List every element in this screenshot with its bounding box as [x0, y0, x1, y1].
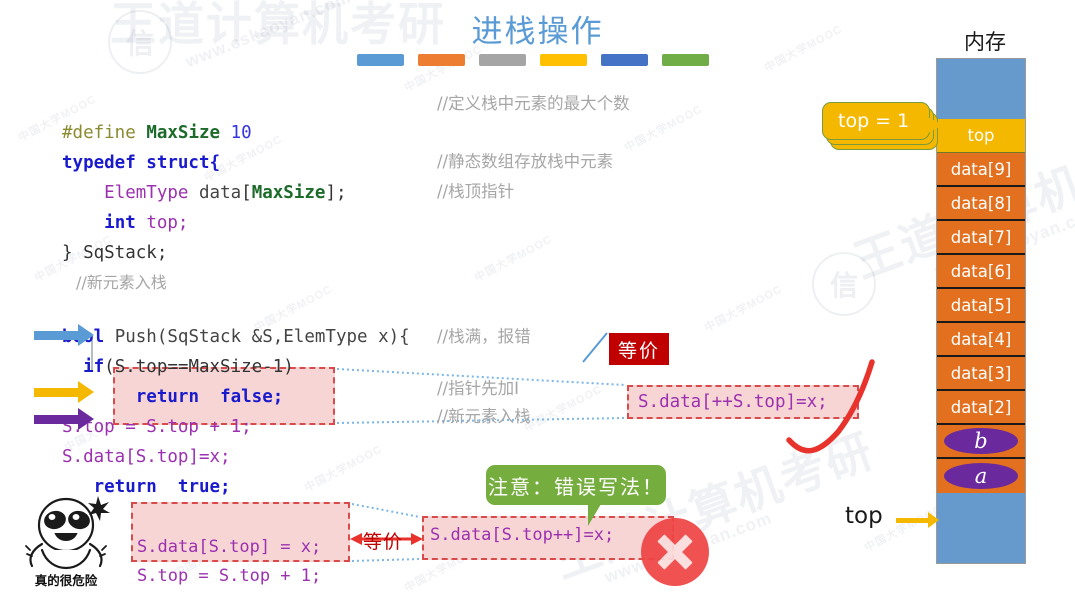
- memory-cell-element-a: a: [937, 459, 1025, 493]
- bottom-left-code: S.data[S.top] = x; S.top = S.top + 1;: [137, 504, 321, 591]
- comment-top-ptr: //栈顶指针: [437, 182, 515, 201]
- top-pointer-label: top: [845, 503, 883, 529]
- memory-cell: data[8]: [937, 187, 1025, 221]
- watermark-mooc: 中国大学MOOC: [522, 383, 605, 435]
- memory-free-space-top: [937, 59, 1025, 119]
- error-x-icon: [641, 518, 709, 586]
- code-struct-close: } SqStack;: [62, 243, 168, 263]
- code-bracket-open: [: [241, 183, 252, 203]
- code-top-field: top;: [146, 213, 189, 233]
- watermark-mooc: 中国大学MOOC: [472, 233, 555, 285]
- memory-heading: 内存: [964, 30, 1006, 54]
- bottom-left-line-2: S.top = S.top + 1;: [137, 566, 322, 586]
- arrow-top-increment-line: [34, 381, 94, 403]
- memory-cell-element-b: b: [937, 425, 1025, 459]
- code-bracket-close: ];: [325, 183, 347, 203]
- code-macro-value: 10: [230, 123, 252, 143]
- accent-swatch: [601, 54, 648, 66]
- warning-callout-tail: [588, 504, 601, 526]
- top-pointer-arrow: [896, 512, 939, 528]
- mascot-caption: 真的很危险: [34, 573, 98, 588]
- memory-cell: data[3]: [937, 357, 1025, 391]
- code-macro-name: MaxSize: [146, 123, 221, 143]
- code-false-value: false;: [220, 387, 284, 407]
- arrow-data-assign-line: [34, 408, 94, 430]
- stack-element-value: a: [944, 463, 1018, 489]
- arrow-if-line: [34, 324, 94, 346]
- memory-cell: data[6]: [937, 255, 1025, 289]
- memory-stack-column: top data[9] data[8] data[7] data[6] data…: [936, 58, 1026, 564]
- code-int-keyword: int: [104, 213, 136, 233]
- code-push-signature: Push(SqStack &S,ElemType x){: [104, 327, 410, 347]
- watermark-mooc: 中国大学MOOC: [702, 283, 785, 335]
- bottom-right-code: S.data[S.top++]=x;: [430, 525, 615, 545]
- accent-swatch: [662, 54, 709, 66]
- code-maxsize-ref: MaxSize: [251, 183, 326, 203]
- code-typedef-line: typedef struct{: [62, 153, 221, 173]
- watermark-logo: 信: [812, 252, 876, 316]
- mascot-illustration: [25, 496, 110, 570]
- comment-new-element: //新元素入栈: [437, 407, 531, 426]
- comment-stack-full: //栈满，报错: [437, 327, 531, 346]
- code-define-keyword: #define: [62, 123, 136, 143]
- stack-element-value: b: [944, 428, 1018, 454]
- accent-swatch: [418, 54, 465, 66]
- page-title: 进栈操作: [471, 14, 604, 50]
- accent-swatch: [479, 54, 526, 66]
- bottom-equivalent-label: 等价: [363, 531, 404, 553]
- comment-push-header: //新元素入栈: [76, 273, 167, 292]
- comment-maxsize: //定义栈中元素的最大个数: [437, 94, 630, 113]
- code-elemtype: ElemType: [104, 183, 189, 203]
- warning-callout: 注意：错误写法！: [486, 465, 666, 505]
- code-if-keyword: if: [83, 357, 105, 377]
- memory-cell: data[7]: [937, 221, 1025, 255]
- watermark-mooc: 中国大学MOOC: [622, 103, 705, 155]
- equivalent-code-text: S.data[++S.top]=x;: [638, 392, 828, 412]
- comment-ptr-first: //指针先加I: [437, 379, 519, 398]
- accent-swatch: [357, 54, 404, 66]
- memory-cell: data[2]: [937, 391, 1025, 425]
- code-return-keyword: return: [135, 387, 199, 407]
- equivalent-label-badge: 等价: [609, 333, 669, 365]
- memory-cell: data[9]: [937, 153, 1025, 187]
- callout-tail: [926, 116, 943, 134]
- memory-cell: data[5]: [937, 289, 1025, 323]
- callout-top-value-text: top = 1: [838, 110, 910, 132]
- title-accent-swatches: [357, 54, 709, 66]
- comment-data-array: //静态数组存放栈中元素: [437, 152, 614, 171]
- memory-cell: data[4]: [937, 323, 1025, 357]
- code-data-name: data: [199, 183, 242, 203]
- memory-free-space-bottom: [937, 493, 1025, 563]
- code-data-assign: S.data[S.top]=x;: [62, 447, 231, 467]
- code-if-condition: (S.top==MaxSize-1): [104, 357, 294, 377]
- struct-code-block: #define MaxSize 10 typedef struct{ ElemT…: [62, 88, 347, 268]
- bottom-left-line-1: S.data[S.top] = x;: [137, 537, 322, 557]
- accent-swatch: [540, 54, 587, 66]
- memory-cell-top-pointer: top: [937, 119, 1025, 153]
- code-true-value: true;: [177, 477, 231, 497]
